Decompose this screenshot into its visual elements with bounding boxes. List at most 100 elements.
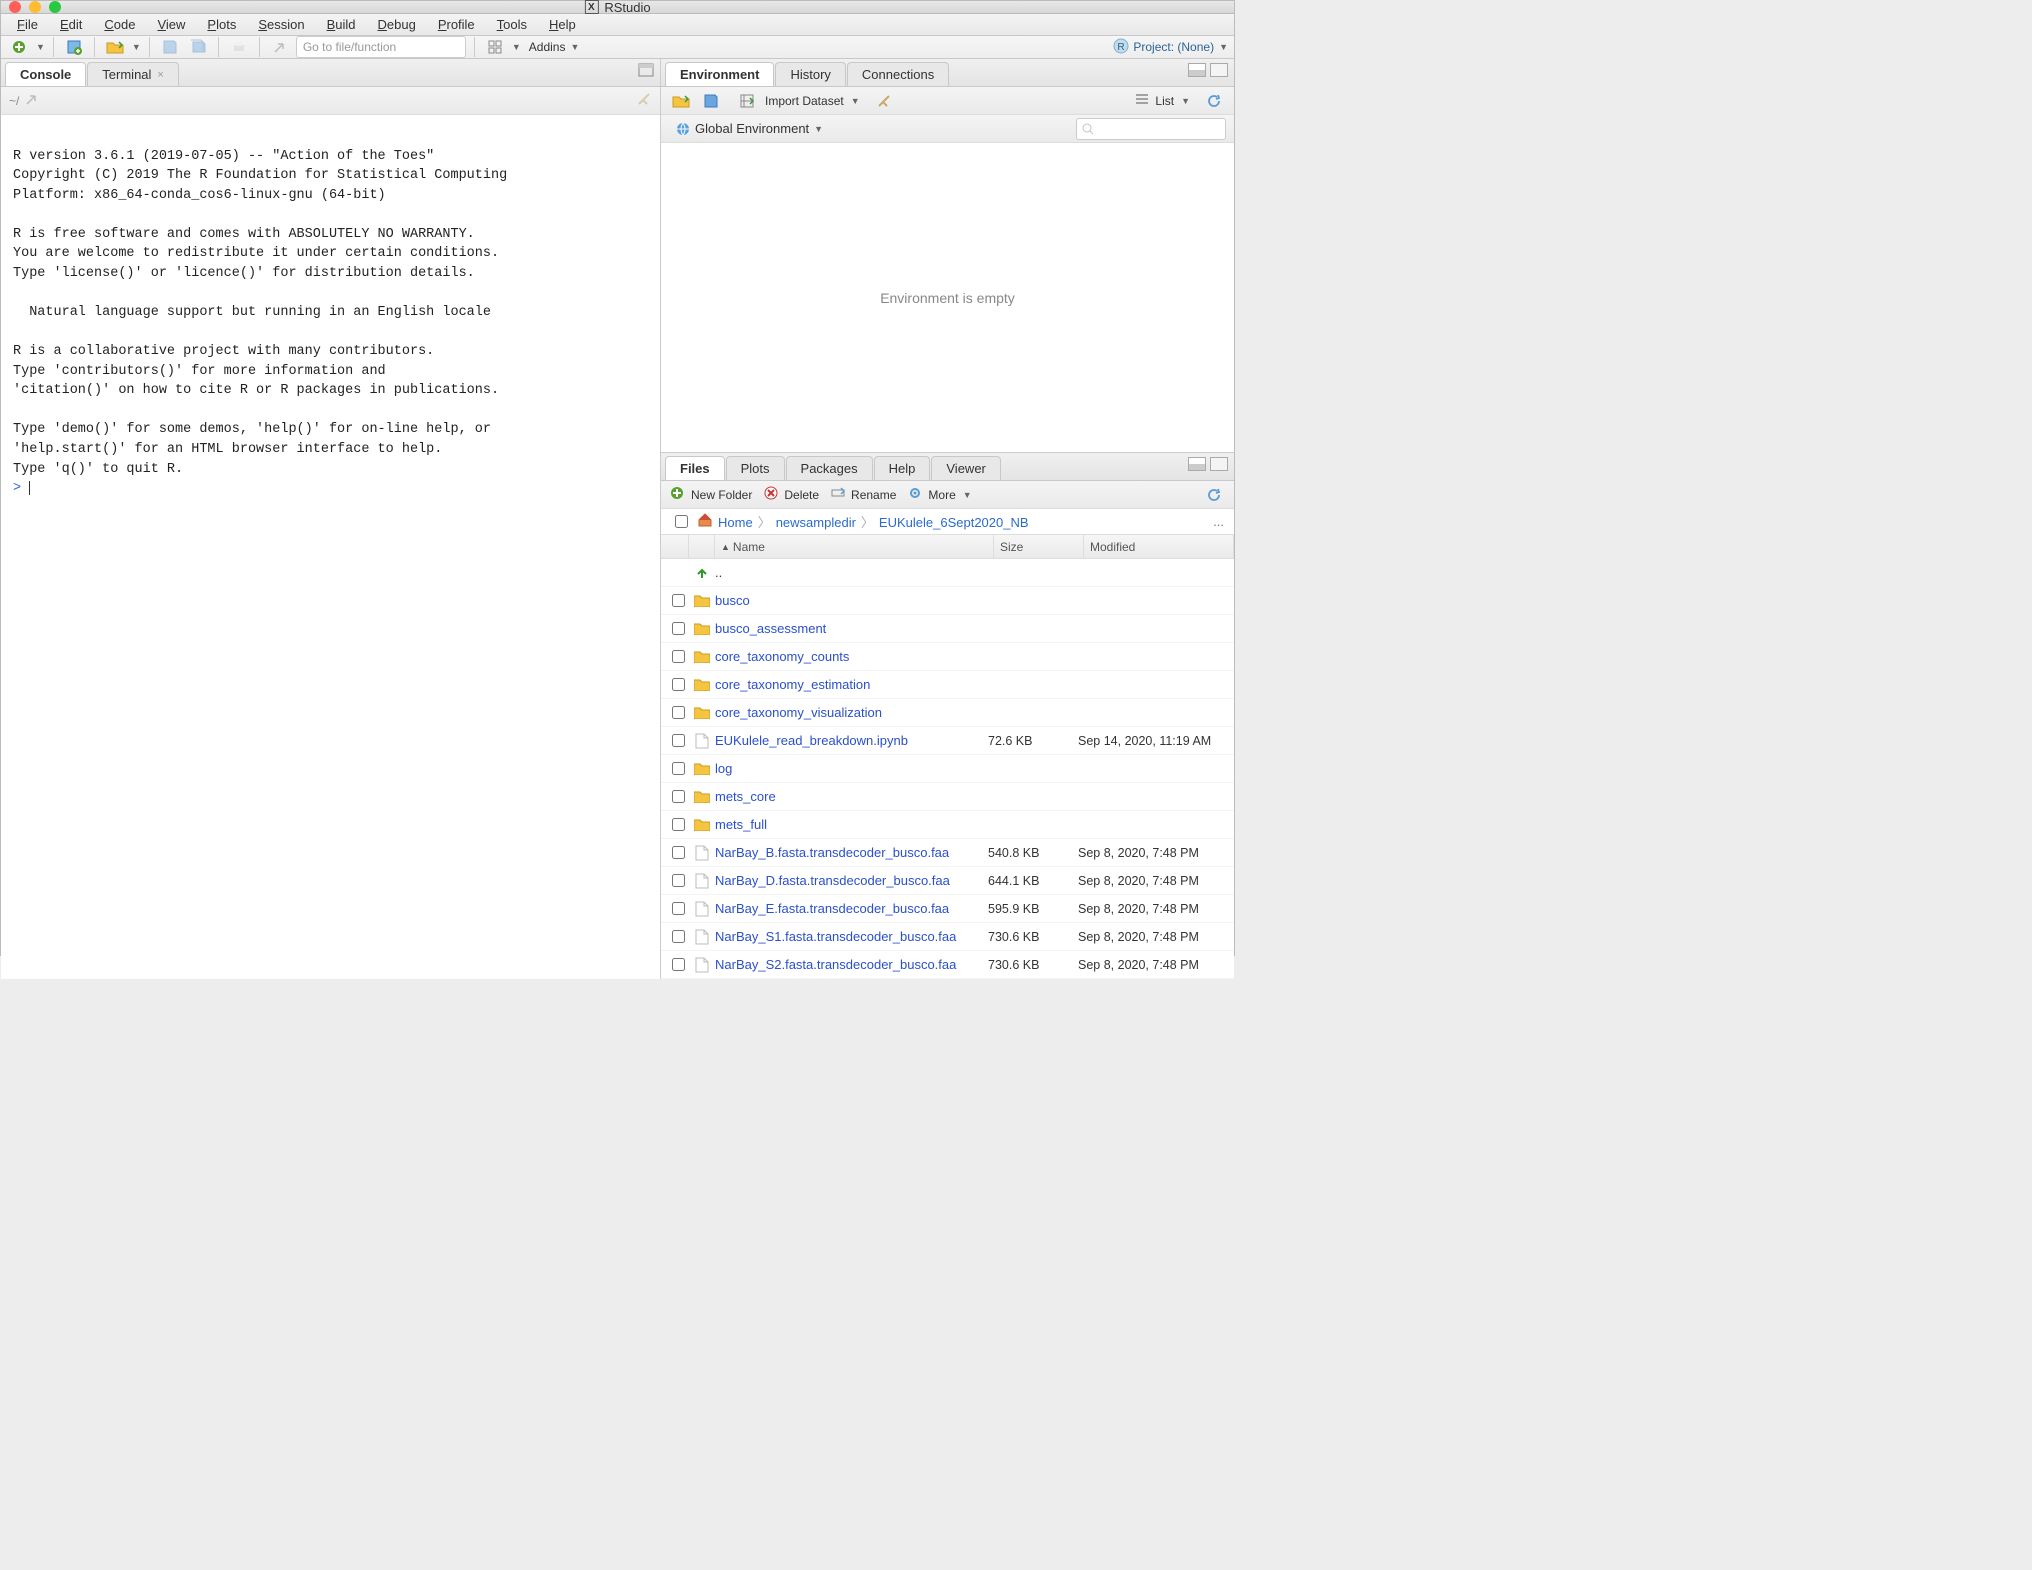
broom-icon[interactable]	[636, 91, 652, 110]
file-name[interactable]: NarBay_S2.fasta.transdecoder_busco.faa	[715, 957, 988, 972]
file-row[interactable]: EUKulele_read_breakdown.ipynb72.6 KBSep …	[661, 727, 1234, 755]
menu-file[interactable]: File	[7, 14, 48, 35]
file-checkbox[interactable]	[672, 594, 685, 607]
print-icon[interactable]	[227, 36, 251, 58]
file-row[interactable]: mets_full	[661, 811, 1234, 839]
menu-code[interactable]: Code	[94, 14, 145, 35]
grid-icon[interactable]	[483, 36, 507, 58]
pane-window-icon[interactable]	[638, 63, 654, 80]
file-checkbox[interactable]	[672, 706, 685, 719]
file-row[interactable]: core_taxonomy_estimation	[661, 671, 1234, 699]
file-checkbox[interactable]	[672, 902, 685, 915]
rename-button[interactable]: Rename	[851, 488, 896, 502]
file-checkbox[interactable]	[672, 846, 685, 859]
env-tab-history[interactable]: History	[775, 62, 845, 86]
list-view-icon[interactable]	[1135, 93, 1149, 108]
save-workspace-icon[interactable]	[699, 90, 723, 112]
import-dataset-icon[interactable]	[735, 90, 759, 112]
env-tab-environment[interactable]: Environment	[665, 62, 774, 86]
file-checkbox[interactable]	[672, 874, 685, 887]
file-row[interactable]: NarBay_E.fasta.transdecoder_busco.faa595…	[661, 895, 1234, 923]
file-name[interactable]: EUKulele_read_breakdown.ipynb	[715, 733, 988, 748]
env-scope-selector[interactable]: Global Environment ▼	[669, 121, 829, 137]
new-folder-button[interactable]: New Folder	[691, 488, 752, 502]
file-row[interactable]: busco	[661, 587, 1234, 615]
file-checkbox[interactable]	[672, 622, 685, 635]
maximize-pane-button[interactable]	[1210, 457, 1228, 471]
file-name[interactable]: core_taxonomy_visualization	[715, 705, 988, 720]
minimize-pane-button[interactable]	[1188, 63, 1206, 77]
import-dataset-button[interactable]: Import Dataset	[765, 94, 844, 108]
file-checkbox[interactable]	[672, 958, 685, 971]
breadcrumb-item[interactable]: Home	[715, 515, 756, 530]
file-row[interactable]: core_taxonomy_visualization	[661, 699, 1234, 727]
breadcrumb-item[interactable]: newsampledir	[773, 515, 859, 530]
menu-build[interactable]: Build	[317, 14, 366, 35]
dropdown-arrow-icon[interactable]: ▼	[132, 42, 141, 52]
menu-help[interactable]: Help	[539, 14, 586, 35]
file-name[interactable]: busco_assessment	[715, 621, 988, 636]
file-checkbox[interactable]	[672, 650, 685, 663]
dropdown-arrow-icon[interactable]: ▼	[1181, 96, 1190, 106]
files-tab-plots[interactable]: Plots	[726, 456, 785, 480]
addins-menu[interactable]: Addins	[529, 40, 566, 54]
file-row[interactable]: busco_assessment	[661, 615, 1234, 643]
console-share-icon[interactable]	[25, 92, 39, 109]
menu-plots[interactable]: Plots	[197, 14, 246, 35]
file-name[interactable]: core_taxonomy_estimation	[715, 677, 988, 692]
dropdown-arrow-icon[interactable]: ▼	[851, 96, 860, 106]
file-name[interactable]: busco	[715, 593, 988, 608]
dropdown-arrow-icon[interactable]: ▼	[570, 42, 579, 52]
close-tab-icon[interactable]: ×	[157, 69, 163, 81]
menu-session[interactable]: Session	[248, 14, 314, 35]
more-button[interactable]: More	[928, 488, 955, 502]
close-window-button[interactable]	[9, 1, 21, 13]
minimize-pane-button[interactable]	[1188, 457, 1206, 471]
file-list[interactable]: ..buscobusco_assessmentcore_taxonomy_cou…	[661, 559, 1234, 979]
project-menu[interactable]: Project: (None)	[1133, 40, 1214, 54]
file-name[interactable]: log	[715, 761, 988, 776]
file-name[interactable]: NarBay_D.fasta.transdecoder_busco.faa	[715, 873, 988, 888]
file-up-row[interactable]: ..	[661, 559, 1234, 587]
delete-button[interactable]: Delete	[784, 488, 819, 502]
load-workspace-icon[interactable]	[669, 90, 693, 112]
file-row[interactable]: NarBay_B.fasta.transdecoder_busco.faa540…	[661, 839, 1234, 867]
maximize-window-button[interactable]	[49, 1, 61, 13]
file-checkbox[interactable]	[672, 790, 685, 803]
file-checkbox[interactable]	[672, 678, 685, 691]
menu-tools[interactable]: Tools	[487, 14, 537, 35]
file-name[interactable]: mets_core	[715, 789, 988, 804]
dropdown-arrow-icon[interactable]: ▼	[512, 42, 521, 52]
list-view-button[interactable]: List	[1155, 94, 1174, 108]
dropdown-arrow-icon[interactable]: ▼	[36, 42, 45, 52]
maximize-pane-button[interactable]	[1210, 63, 1228, 77]
file-row[interactable]: NarBay_S1.fasta.transdecoder_busco.faa73…	[661, 923, 1234, 951]
dropdown-arrow-icon[interactable]: ▼	[1219, 42, 1228, 52]
dropdown-arrow-icon[interactable]: ▼	[963, 490, 972, 500]
file-checkbox[interactable]	[672, 734, 685, 747]
menu-profile[interactable]: Profile	[428, 14, 485, 35]
minimize-window-button[interactable]	[29, 1, 41, 13]
console-dir-icon[interactable]: ~/	[9, 94, 19, 108]
open-file-icon[interactable]	[103, 36, 127, 58]
console-tab-terminal[interactable]: Terminal×	[87, 62, 179, 86]
file-checkbox[interactable]	[672, 818, 685, 831]
column-size-header[interactable]: Size	[994, 535, 1084, 558]
home-icon[interactable]	[697, 512, 713, 531]
new-project-icon[interactable]	[62, 36, 86, 58]
files-tab-packages[interactable]: Packages	[786, 456, 873, 480]
file-row[interactable]: NarBay_S2.fasta.transdecoder_busco.faa73…	[661, 951, 1234, 979]
console-output[interactable]: R version 3.6.1 (2019-07-05) -- "Action …	[1, 115, 660, 979]
files-tab-viewer[interactable]: Viewer	[931, 456, 1001, 480]
new-file-icon[interactable]	[7, 36, 31, 58]
file-row[interactable]: mets_core	[661, 783, 1234, 811]
refresh-icon[interactable]	[1202, 484, 1226, 506]
file-checkbox[interactable]	[672, 762, 685, 775]
files-tab-help[interactable]: Help	[874, 456, 931, 480]
env-tab-connections[interactable]: Connections	[847, 62, 949, 86]
file-checkbox[interactable]	[672, 930, 685, 943]
menu-view[interactable]: View	[147, 14, 195, 35]
breadcrumb-more-button[interactable]: ...	[1213, 514, 1224, 529]
menu-edit[interactable]: Edit	[50, 14, 92, 35]
column-modified-header[interactable]: Modified	[1084, 535, 1234, 558]
